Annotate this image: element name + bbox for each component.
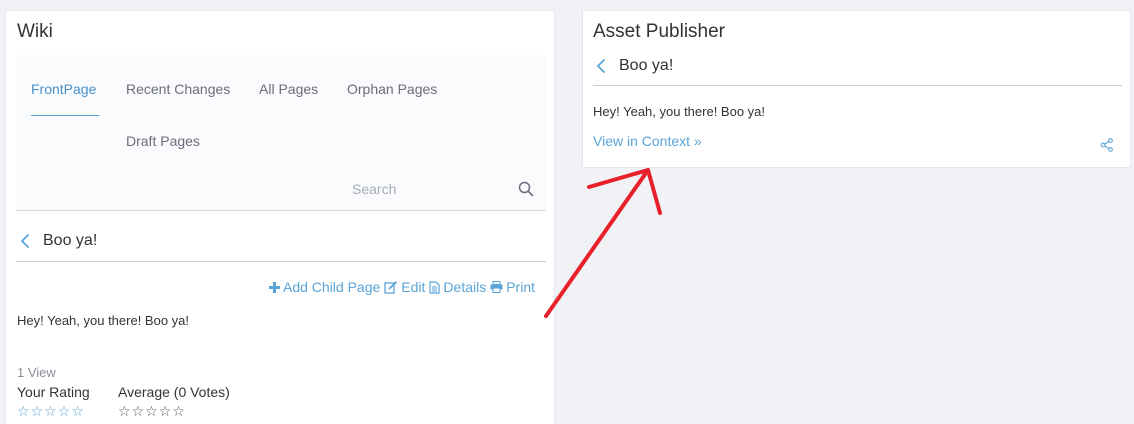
page-header-divider: [16, 261, 546, 262]
edit-label: Edit: [401, 279, 426, 295]
star-icon: ☆: [158, 403, 172, 419]
nav-divider: [16, 210, 546, 211]
details-button[interactable]: Details: [429, 279, 486, 295]
print-button[interactable]: Print: [490, 279, 535, 295]
print-icon: [490, 281, 503, 293]
star-icon: ☆: [172, 403, 185, 419]
plus-icon: [269, 281, 280, 293]
wiki-page-title: Boo ya!: [43, 232, 98, 249]
asset-entry-content: Hey! Yeah, you there! Boo ya!: [593, 104, 766, 119]
star-icon: ☆: [145, 403, 158, 419]
add-child-page-button[interactable]: Add Child Page: [269, 279, 380, 295]
page-actions: Add Child Page Edit Details Print: [269, 279, 535, 295]
view-in-context-link[interactable]: View in Context »: [593, 133, 702, 149]
tab-recent-changes[interactable]: Recent Changes: [126, 81, 230, 97]
star-icon[interactable]: ☆: [31, 404, 44, 418]
star-icon: ☆: [131, 403, 145, 419]
details-label: Details: [443, 279, 487, 295]
asset-publisher-portlet: Asset Publisher Boo ya! Hey! Yeah, you t…: [582, 10, 1131, 168]
tab-draft-pages[interactable]: Draft Pages: [126, 133, 200, 149]
asset-entry-header: Boo ya!: [595, 57, 673, 75]
search-icon[interactable]: [518, 181, 534, 197]
add-child-page-label: Add Child Page: [283, 279, 381, 295]
your-rating-label: Your Rating: [17, 384, 90, 400]
back-icon[interactable]: [19, 233, 31, 249]
your-rating-stars[interactable]: ☆ ☆ ☆ ☆ ☆: [17, 404, 85, 418]
wiki-portlet-title: Wiki: [17, 21, 53, 42]
asset-entry-title: Boo ya!: [619, 57, 674, 74]
tab-orphan-pages[interactable]: Orphan Pages: [347, 81, 437, 97]
edit-button[interactable]: Edit: [384, 279, 425, 295]
tab-all-pages[interactable]: All Pages: [259, 81, 318, 97]
star-icon[interactable]: ☆: [58, 404, 71, 418]
search-input[interactable]: [346, 175, 536, 203]
view-count: 1 View: [17, 365, 56, 380]
search-box: [346, 175, 536, 203]
wiki-portlet: Wiki FrontPage Recent Changes All Pages …: [5, 10, 555, 424]
wiki-page-header: Boo ya!: [19, 232, 97, 250]
average-rating-label: Average (0 Votes): [118, 384, 230, 400]
wiki-navigation: FrontPage Recent Changes All Pages Orpha…: [16, 55, 546, 210]
star-icon[interactable]: ☆: [44, 404, 57, 418]
star-icon[interactable]: ☆: [71, 404, 84, 418]
active-tab-indicator: [31, 115, 99, 116]
average-rating-stars: ☆ ☆ ☆ ☆ ☆: [118, 404, 186, 418]
wiki-page-content: Hey! Yeah, you there! Boo ya!: [17, 313, 190, 328]
back-icon[interactable]: [595, 58, 607, 74]
tab-frontpage[interactable]: FrontPage: [31, 81, 96, 97]
asset-publisher-title: Asset Publisher: [593, 21, 726, 42]
print-label: Print: [506, 279, 536, 295]
star-icon: ☆: [118, 403, 131, 419]
edit-icon: [384, 280, 398, 294]
share-icon[interactable]: [1100, 138, 1114, 152]
star-icon[interactable]: ☆: [17, 404, 30, 418]
asset-header-divider: [593, 85, 1122, 86]
details-icon: [429, 280, 441, 294]
